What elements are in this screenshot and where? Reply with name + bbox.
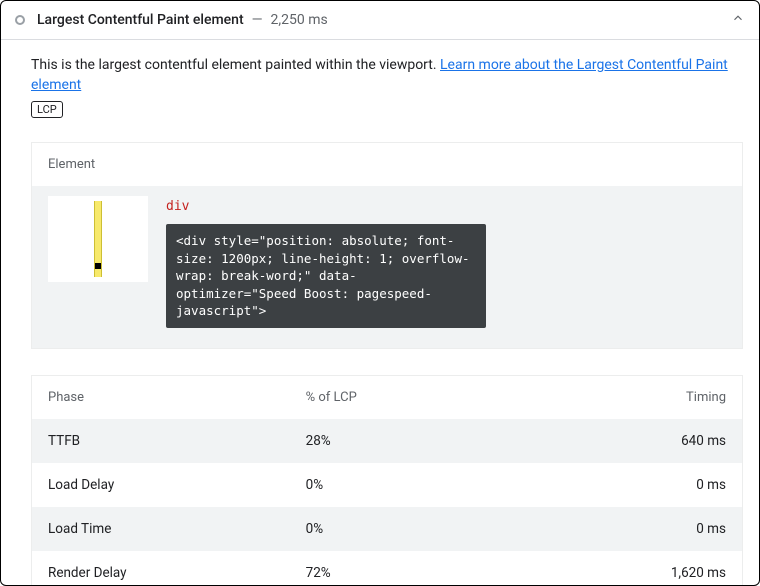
- cell-pct: 0%: [306, 521, 509, 537]
- audit-timing: 2,250 ms: [271, 12, 328, 28]
- phase-table: Phase % of LCP Timing TTFB 28% 640 ms Lo…: [31, 375, 743, 586]
- element-text: div <div style="position: absolute; font…: [166, 196, 726, 328]
- thumbnail-bar-icon: [94, 201, 102, 277]
- cell-phase: Load Time: [48, 521, 306, 537]
- lcp-badge: LCP: [31, 101, 63, 118]
- audit-description: This is the largest contentful element p…: [31, 56, 743, 95]
- element-snippet-tooltip: <div style="position: absolute; font-siz…: [166, 224, 486, 328]
- element-card-body[interactable]: div <div style="position: absolute; font…: [32, 186, 742, 348]
- collapse-icon[interactable]: [731, 11, 745, 29]
- cell-pct: 0%: [306, 477, 509, 493]
- cell-timing: 0 ms: [509, 521, 726, 537]
- cell-pct: 28%: [306, 433, 509, 449]
- audit-header[interactable]: Largest Contentful Paint element — 2,250…: [1, 1, 759, 40]
- col-header-phase: Phase: [48, 390, 306, 405]
- cell-phase: Render Delay: [48, 565, 306, 581]
- audit-panel: Largest Contentful Paint element — 2,250…: [0, 0, 760, 586]
- cell-timing: 1,620 ms: [509, 565, 726, 581]
- table-row: TTFB 28% 640 ms: [32, 419, 742, 463]
- description-text: This is the largest contentful element p…: [31, 57, 440, 73]
- table-row: Load Delay 0% 0 ms: [32, 463, 742, 507]
- cell-phase: TTFB: [48, 433, 306, 449]
- phase-table-header: Phase % of LCP Timing: [32, 376, 742, 419]
- element-card-header: Element: [32, 143, 742, 186]
- audit-content: This is the largest contentful element p…: [1, 40, 759, 586]
- col-header-timing: Timing: [509, 390, 726, 405]
- cell-pct: 72%: [306, 565, 509, 581]
- badge-row: LCP: [31, 101, 743, 118]
- element-card: Element div <div style="position: absolu…: [31, 142, 743, 349]
- table-row: Load Time 0% 0 ms: [32, 507, 742, 551]
- status-bullet-icon: [15, 15, 25, 25]
- table-row: Render Delay 72% 1,620 ms: [32, 551, 742, 586]
- audit-title: Largest Contentful Paint element: [37, 12, 244, 28]
- col-header-pct: % of LCP: [306, 390, 509, 405]
- element-thumbnail: [48, 196, 148, 282]
- cell-timing: 640 ms: [509, 433, 726, 449]
- separator-dash: —: [252, 12, 263, 28]
- element-tag: div: [166, 199, 189, 214]
- cell-phase: Load Delay: [48, 477, 306, 493]
- cell-timing: 0 ms: [509, 477, 726, 493]
